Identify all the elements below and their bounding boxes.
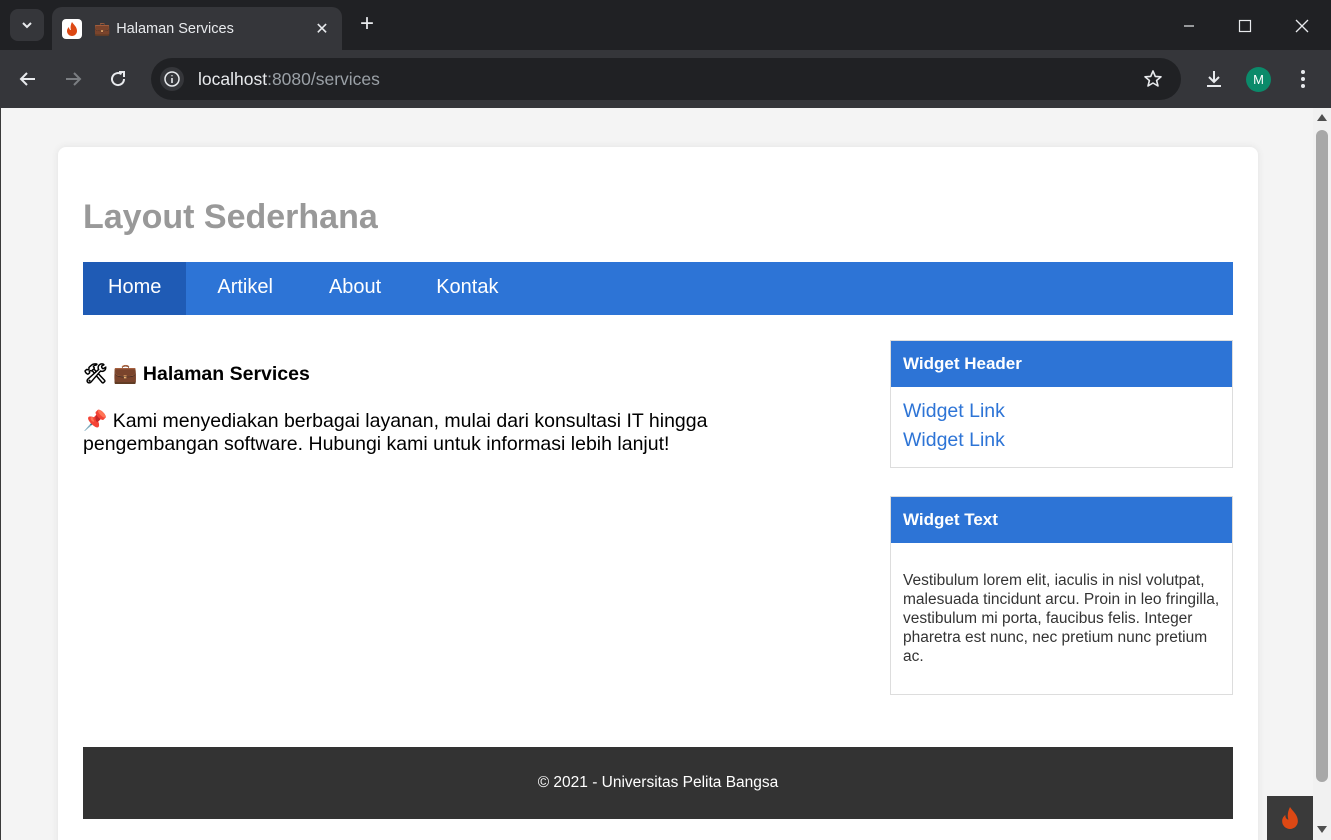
- scroll-down-arrow-icon[interactable]: [1317, 826, 1327, 833]
- codeigniter-favicon-icon: [62, 18, 82, 39]
- reload-icon: [111, 71, 126, 87]
- nav-item-about[interactable]: About: [273, 262, 381, 315]
- site-info-icon[interactable]: [160, 67, 184, 91]
- browser-menu-button[interactable]: [1290, 63, 1316, 95]
- tab-strip: 💼 Halaman Services ✕ +: [0, 0, 1331, 50]
- nav-item-home[interactable]: Home: [83, 262, 187, 315]
- minimize-icon: [1184, 25, 1194, 27]
- url-path: :8080/services: [267, 68, 380, 89]
- url-text[interactable]: localhost:8080/services: [198, 69, 1137, 90]
- close-window-button[interactable]: [1287, 12, 1317, 40]
- content-paragraph-text: Kami menyediakan berbagai layanan, mulai…: [83, 410, 708, 455]
- page-viewport: Layout Sederhana Home Artikel About Kont…: [0, 108, 1313, 840]
- back-button[interactable]: [12, 63, 44, 95]
- debug-toolbar-button[interactable]: [1267, 796, 1313, 840]
- scrollbar-thumb[interactable]: [1316, 130, 1328, 782]
- url-host: localhost: [198, 68, 268, 89]
- nav-item-kontak[interactable]: Kontak: [381, 262, 498, 315]
- reload-button[interactable]: [102, 63, 134, 95]
- widget-text: Widget Text Vestibulum lorem elit, iacul…: [890, 496, 1233, 695]
- chevron-down-icon: [22, 22, 32, 29]
- page-footer: © 2021 - Universitas Pelita Bangsa: [83, 747, 1233, 819]
- tools-briefcase-icons: 🛠 💼: [83, 363, 138, 385]
- maximize-button[interactable]: [1230, 12, 1260, 40]
- scroll-up-arrow-icon[interactable]: [1317, 114, 1327, 121]
- nav-item-artikel[interactable]: Artikel: [186, 262, 273, 315]
- arrow-right-icon: [66, 72, 82, 86]
- vertical-scrollbar[interactable]: [1313, 108, 1331, 840]
- main-content: 🛠 💼 Halaman Services 📌 Kami menyediakan …: [83, 362, 783, 456]
- download-button[interactable]: [1198, 63, 1230, 95]
- pushpin-icon: 📌: [83, 410, 108, 432]
- main-nav: Home Artikel About Kontak: [83, 262, 1233, 315]
- tab-search-button[interactable]: [10, 9, 44, 41]
- widget-links: Widget Header Widget Link Widget Link: [890, 340, 1233, 468]
- arrow-left-icon: [19, 72, 35, 86]
- browser-toolbar: localhost:8080/services M: [0, 50, 1331, 108]
- content-heading: 🛠 💼 Halaman Services: [83, 362, 783, 386]
- page-container: Layout Sederhana Home Artikel About Kont…: [58, 147, 1258, 840]
- profile-avatar[interactable]: M: [1246, 67, 1271, 92]
- codeigniter-flame-icon: [1282, 807, 1298, 829]
- content-heading-text: Halaman Services: [142, 363, 310, 385]
- minimize-button[interactable]: [1174, 12, 1204, 40]
- address-bar[interactable]: localhost:8080/services: [151, 58, 1181, 100]
- content-paragraph: 📌 Kami menyediakan berbagai layanan, mul…: [83, 410, 783, 456]
- close-icon[interactable]: ✕: [312, 19, 332, 39]
- site-title: Layout Sederhana: [83, 198, 378, 236]
- kebab-menu-icon: [1301, 70, 1305, 88]
- maximize-icon: [1238, 19, 1252, 33]
- bookmark-star-icon[interactable]: [1137, 63, 1169, 95]
- browser-tab-active[interactable]: 💼 Halaman Services ✕: [52, 7, 342, 50]
- widget-header: Widget Header: [891, 341, 1232, 387]
- briefcase-icon: 💼: [94, 20, 111, 36]
- widget-text-header: Widget Text: [891, 497, 1232, 543]
- close-icon: [1295, 19, 1309, 33]
- widget-link[interactable]: Widget Link: [903, 426, 1220, 455]
- new-tab-button[interactable]: +: [354, 12, 380, 38]
- widget-text-body: Vestibulum lorem elit, iaculis in nisl v…: [903, 572, 1220, 665]
- widget-link[interactable]: Widget Link: [903, 397, 1220, 426]
- download-icon: [1207, 71, 1221, 87]
- tab-title: Halaman Services: [116, 20, 234, 37]
- widget-links-list: Widget Link Widget Link: [891, 387, 1232, 467]
- forward-button[interactable]: [57, 63, 89, 95]
